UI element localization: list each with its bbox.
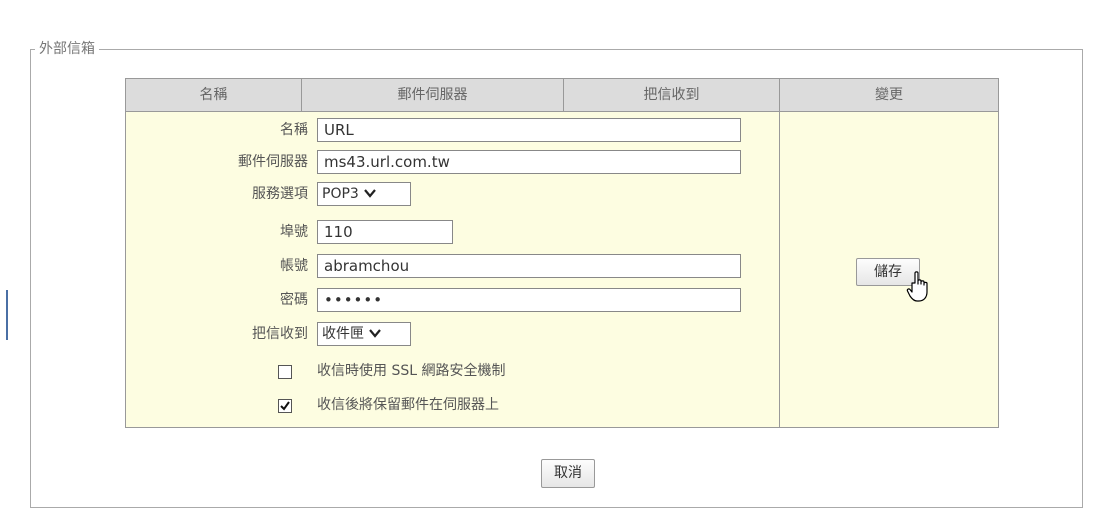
account-label: 帳號 <box>280 258 308 274</box>
name-label: 名稱 <box>280 122 308 138</box>
port-input[interactable]: 110 <box>317 220 453 244</box>
ssl-checkbox[interactable] <box>278 365 292 379</box>
keep-on-server-checkbox[interactable] <box>278 399 292 413</box>
keep-on-server-label: 收信後將保留郵件在伺服器上 <box>317 397 499 413</box>
header-name: 名稱 <box>126 79 302 112</box>
mailbox-table: 名稱 郵件伺服器 把信收到 變更 名稱 URL 郵件伺服器 ms43.url.c… <box>125 78 999 428</box>
left-edge-accent <box>6 290 8 340</box>
port-label: 埠號 <box>280 224 308 240</box>
cancel-button[interactable]: 取消 <box>541 459 595 488</box>
deliver-select-value: 收件匣 <box>322 326 364 342</box>
header-deliver-to: 把信收到 <box>564 79 780 112</box>
deliver-select[interactable]: 收件匣 <box>317 322 411 346</box>
service-label: 服務選項 <box>252 186 308 202</box>
service-select-value: POP3 <box>322 186 359 202</box>
deliver-label: 把信收到 <box>252 326 308 342</box>
ssl-checkbox-label: 收信時使用 SSL 網路安全機制 <box>317 363 506 379</box>
chevron-down-icon <box>363 183 377 205</box>
header-change: 變更 <box>780 79 998 112</box>
server-label: 郵件伺服器 <box>238 154 308 170</box>
checkmark-icon <box>279 401 291 416</box>
server-input[interactable]: ms43.url.com.tw <box>317 150 741 174</box>
password-input[interactable]: •••••• <box>317 288 741 312</box>
account-input[interactable]: abramchou <box>317 254 741 278</box>
edit-form-cell: 名稱 URL 郵件伺服器 ms43.url.com.tw 服務選項 POP3 埠… <box>126 112 780 427</box>
name-input[interactable]: URL <box>317 118 741 142</box>
password-label: 密碼 <box>280 292 308 308</box>
chevron-down-icon <box>368 323 382 345</box>
change-cell: 儲存 <box>780 112 998 427</box>
header-mail-server: 郵件伺服器 <box>302 79 564 112</box>
service-select[interactable]: POP3 <box>317 182 411 206</box>
hand-pointer-icon <box>906 270 934 304</box>
fieldset-legend: 外部信箱 <box>35 39 99 59</box>
